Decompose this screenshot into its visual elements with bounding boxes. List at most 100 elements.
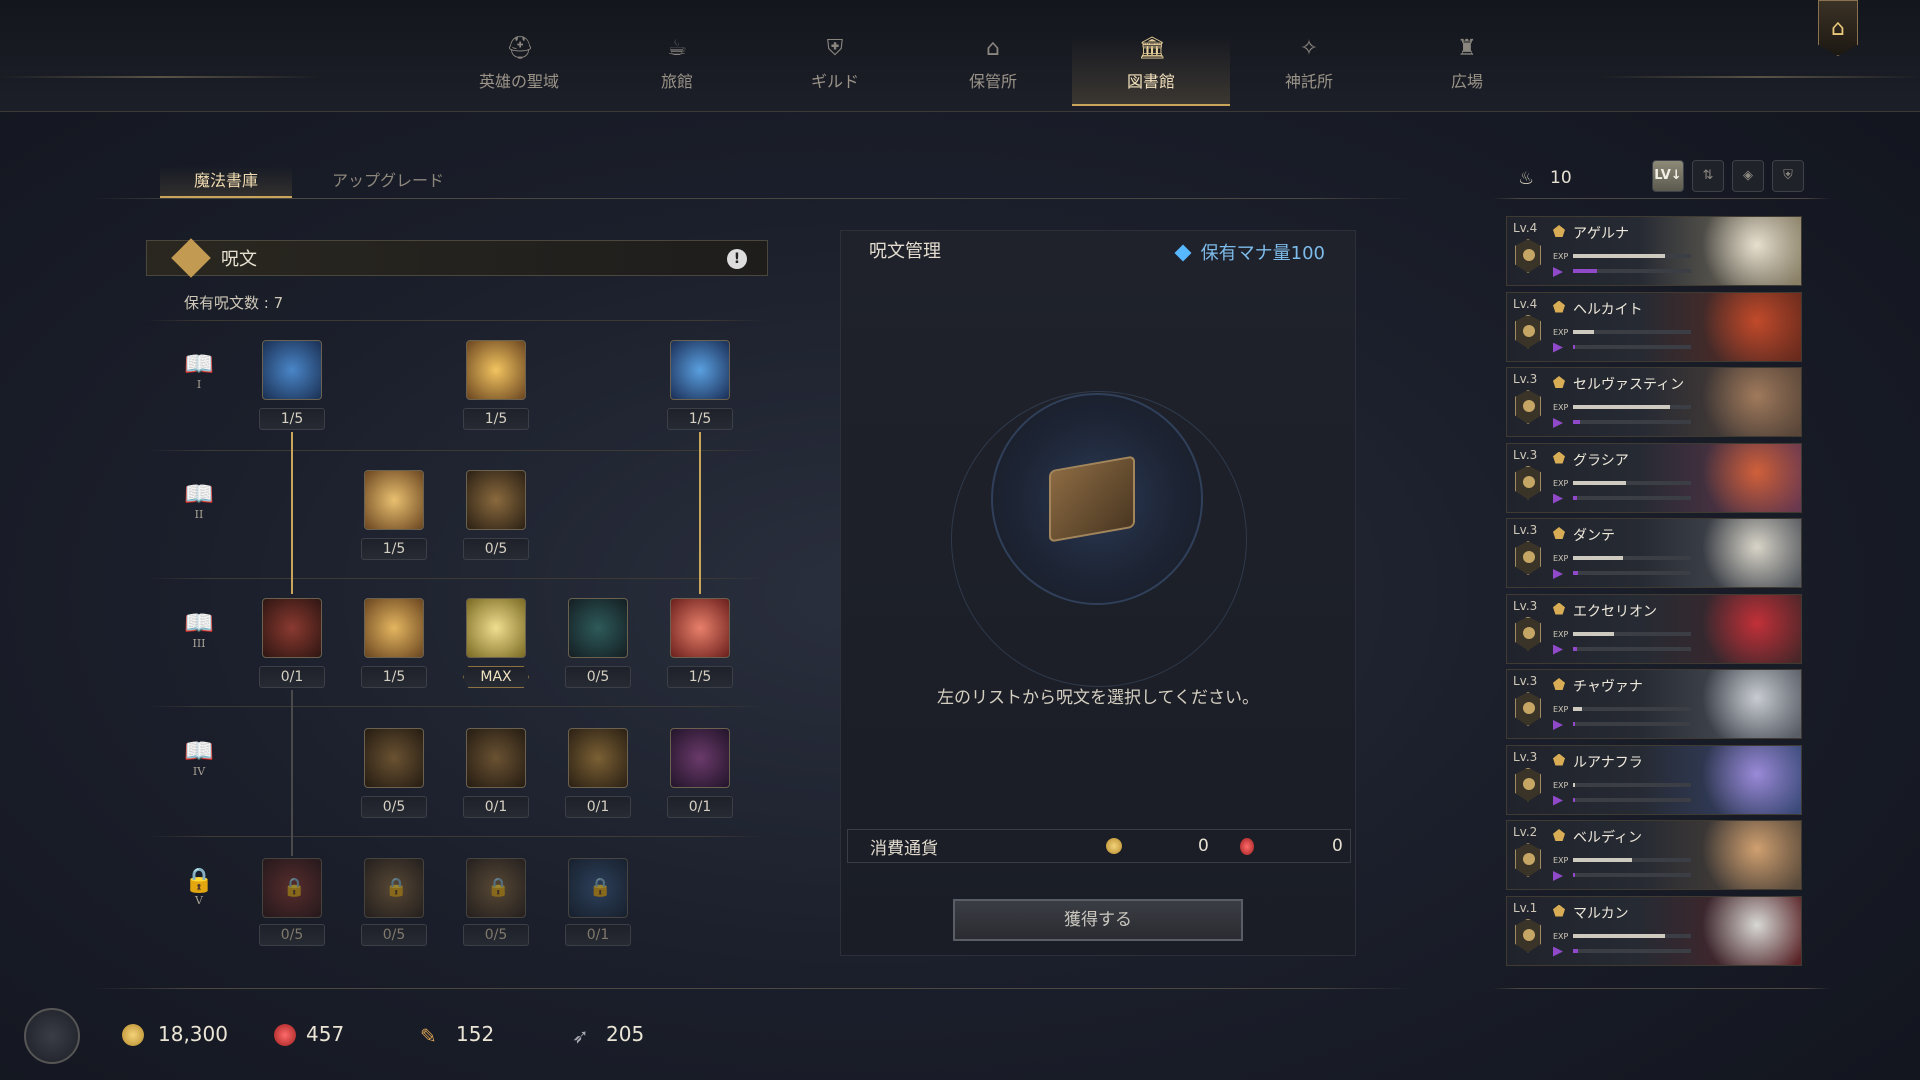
castle-emblem-icon[interactable] [24, 1008, 80, 1064]
exp-bar [1573, 556, 1691, 560]
sort-class-button[interactable]: ◈ [1732, 160, 1764, 192]
spell-slot[interactable] [466, 598, 526, 658]
locked-spell-slot[interactable]: 🔒 [568, 858, 628, 918]
divider [1492, 988, 1832, 989]
locked-spell-slot[interactable]: 🔒 [364, 858, 424, 918]
spell-level: 0/1 [565, 796, 631, 818]
spell-slot[interactable] [262, 598, 322, 658]
spell-management-header: 呪文管理 保有マナ量100 [841, 231, 1355, 269]
locked-spell-slot[interactable]: 🔒 [262, 858, 322, 918]
hero-portrait [1691, 217, 1801, 285]
hero-card[interactable]: Lv.4 ヘルカイト EXP [1506, 291, 1802, 362]
hero-card[interactable]: Lv.3 グラシア EXP [1506, 442, 1802, 513]
cost-label: 消費通貨 [870, 838, 938, 859]
hero-class-icon [1553, 225, 1565, 237]
cost-gold-value: 0 [1198, 836, 1209, 856]
tier-2-book-icon: 📖 II [178, 480, 220, 521]
gold-coin-icon [122, 1024, 144, 1046]
exp-label: EXP [1553, 629, 1569, 639]
ruby-icon [1240, 838, 1254, 855]
tier-numeral: III [192, 637, 206, 650]
spell-slot[interactable] [364, 470, 424, 530]
hero-card[interactable]: Lv.3 ルアナフラ EXP [1506, 744, 1802, 815]
flame-icon: ♨ [1518, 168, 1535, 189]
nav-item-sanctuary[interactable]: ⛑ 英雄の聖域 [440, 36, 598, 106]
tier-3-book-icon: 📖 III [178, 609, 220, 650]
spell-slot[interactable] [466, 340, 526, 400]
mug-icon: ☕ [667, 36, 687, 61]
nav-item-guild[interactable]: ⛨ ギルド [756, 36, 914, 106]
acquire-button[interactable]: 獲得する [953, 899, 1243, 941]
hero-card[interactable]: Lv.3 ダンテ EXP [1506, 518, 1802, 588]
spell-slot[interactable] [670, 728, 730, 788]
divider [146, 450, 768, 451]
nav-item-library[interactable]: 🏛 図書館 [1072, 36, 1230, 106]
vault-icon: ⌂ [986, 36, 1000, 61]
scroll-icon: ✎ [420, 1024, 437, 1048]
nav-item-vault[interactable]: ⌂ 保管所 [914, 36, 1072, 106]
spell-slot[interactable] [670, 340, 730, 400]
hero-card[interactable]: Lv.3 チャヴァナ EXP [1506, 669, 1802, 739]
locked-spell-slot[interactable]: 🔒 [466, 858, 526, 918]
ruby-amount: 457 [306, 1022, 345, 1046]
sort-mana-button[interactable]: ⇅ [1692, 160, 1724, 192]
spell-slot[interactable] [466, 728, 526, 788]
hero-card[interactable]: Lv.3 セルヴァスティン EXP [1506, 367, 1802, 437]
home-button[interactable]: ⌂ [1818, 0, 1858, 56]
hero-card[interactable]: Lv.4 アゲルナ EXP [1506, 216, 1802, 286]
spell-slot[interactable] [364, 728, 424, 788]
spell-slot[interactable] [466, 470, 526, 530]
spell-level: 0/1 [259, 666, 325, 688]
spell-level: 1/5 [667, 408, 733, 430]
exp-label: EXP [1553, 856, 1569, 865]
nav-label: 神託所 [1284, 72, 1333, 91]
spell-slot[interactable] [670, 598, 730, 658]
hero-card[interactable]: Lv.1 マルカン EXP [1506, 895, 1802, 966]
tier-numeral: II [194, 508, 204, 521]
hero-name: ルアナフラ [1573, 754, 1643, 771]
top-navigation-bar: ⛑ 英雄の聖域 ☕ 旅館 ⛨ ギルド ⌂ 保管所 🏛 図書館 ✧ 神託所 ♜ 広場 [0, 0, 1920, 112]
exp-bar [1573, 405, 1691, 409]
spell-link-line [291, 690, 293, 856]
tab-upgrade[interactable]: アップグレード [322, 166, 454, 198]
lock-icon: 🔒 [589, 877, 612, 898]
mana-arrow-icon [1553, 418, 1563, 428]
hero-role-emblem-icon [1515, 692, 1541, 726]
spell-level: 1/5 [463, 408, 529, 430]
nav-ornament-right [1600, 76, 1920, 78]
sort-level-button[interactable]: LV↓ [1652, 160, 1684, 192]
hero-level: Lv.4 [1513, 296, 1538, 311]
nav-ornament-left [0, 76, 320, 78]
hero-class-icon [1553, 300, 1565, 313]
hero-name: チャヴァナ [1573, 679, 1643, 695]
hero-portrait [1691, 745, 1801, 814]
divider [1492, 198, 1832, 199]
hero-role-emblem-icon [1515, 390, 1541, 424]
nav-label: ギルド [810, 72, 859, 91]
spell-slot[interactable] [568, 598, 628, 658]
hero-card[interactable]: Lv.3 エクセリオン EXP [1506, 593, 1802, 664]
hero-level: Lv.1 [1513, 900, 1538, 915]
nav-item-oracle[interactable]: ✧ 神託所 [1230, 36, 1388, 106]
mana-arrow-icon [1553, 644, 1563, 655]
mana-arrow-icon [1553, 720, 1563, 730]
hero-portrait [1691, 896, 1801, 965]
hero-role-emblem-icon [1515, 239, 1541, 273]
shield-icon: ⛨ [826, 36, 844, 61]
nav-item-inn[interactable]: ☕ 旅館 [598, 36, 756, 106]
exp-label: EXP [1553, 554, 1569, 563]
spell-level: 0/5 [361, 796, 427, 818]
tab-spellbook[interactable]: 魔法書庫 [160, 166, 292, 198]
nav-item-plaza[interactable]: ♜ 広場 [1388, 36, 1546, 106]
spell-level: 0/1 [667, 796, 733, 818]
spell-slot[interactable] [262, 340, 322, 400]
info-icon[interactable]: ! [727, 249, 747, 269]
home-icon: ⌂ [1831, 15, 1845, 41]
mana-bar [1573, 269, 1691, 273]
spell-slot[interactable] [364, 598, 424, 658]
hero-card[interactable]: Lv.2 ベルディン EXP [1506, 820, 1802, 890]
sort-shield-button[interactable]: ⛨ [1772, 160, 1804, 192]
spell-slot[interactable] [568, 728, 628, 788]
spell-level: 0/1 [463, 796, 529, 818]
mana-bar [1573, 948, 1691, 953]
